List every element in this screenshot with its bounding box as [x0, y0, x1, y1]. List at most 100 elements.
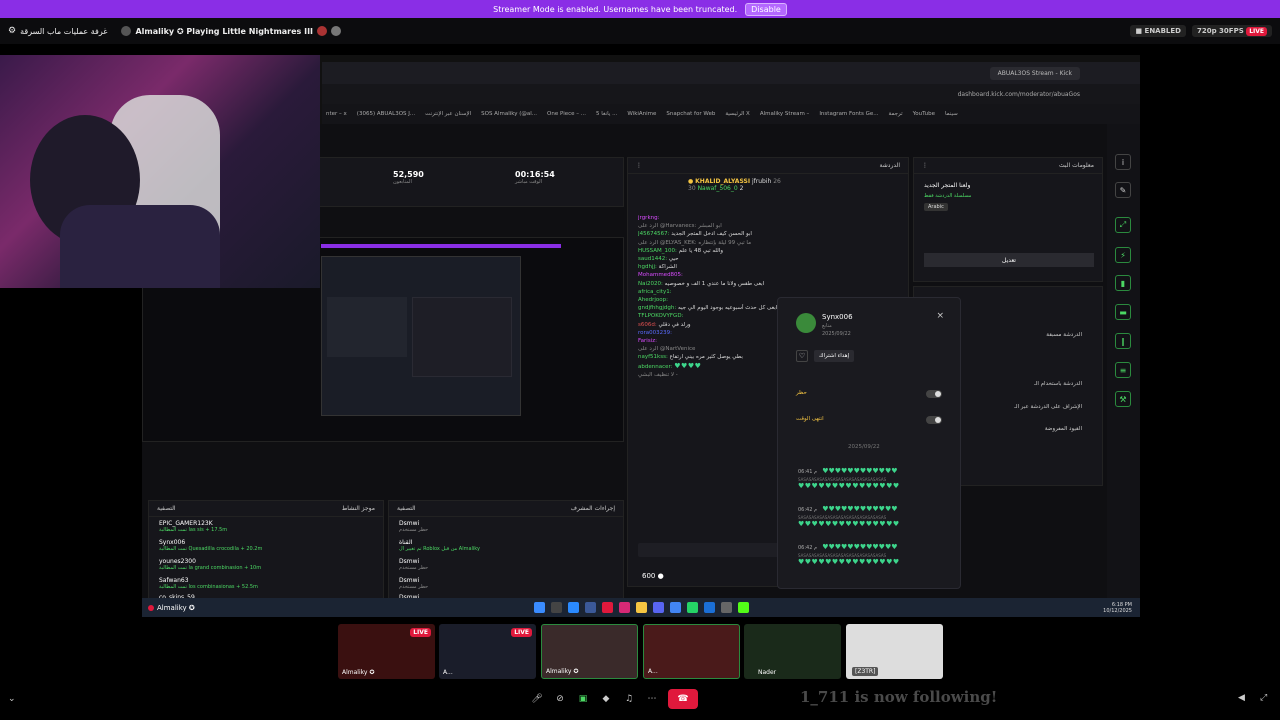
bookmark[interactable]: ترجمة [889, 111, 903, 117]
followers-count: 52,590 [393, 170, 424, 179]
bookmarks-bar: nter – x (3065) ABUAL3OS J... الإسنان عب… [322, 104, 1140, 124]
ban-toggle[interactable] [926, 390, 942, 398]
instagram-icon[interactable] [618, 602, 630, 613]
pause-icon[interactable]: ‖ [1115, 333, 1131, 349]
nested-preview [321, 256, 521, 416]
expand-icon[interactable]: ⤢ [1115, 217, 1131, 233]
settings-icon: ⚙ [8, 26, 17, 36]
youtube-icon[interactable] [601, 602, 613, 613]
filter-label[interactable]: التصفية [397, 505, 416, 512]
close-icon[interactable]: × [936, 311, 944, 321]
participant-tile[interactable]: A... [643, 624, 740, 679]
gift-sub-button[interactable]: إهداء اشتراك [814, 350, 855, 362]
mod-action-item: القناة تم تغيير ال Roblox من قبل Almaliky [399, 539, 480, 552]
more-icon[interactable]: ⋯ [645, 692, 659, 706]
setting-item[interactable]: القيود المفروضة [1045, 426, 1082, 432]
screen-share-icon[interactable]: ▣ [576, 692, 590, 706]
chat-icon[interactable]: ▬ [1115, 304, 1131, 320]
bookmark[interactable]: (3065) ABUAL3OS J... [357, 111, 415, 117]
user-avatar [796, 313, 816, 333]
popup-date: 2025/09/22 [822, 331, 851, 337]
bookmark[interactable]: SOS Almaliky (@al... [481, 111, 537, 117]
timeout-toggle[interactable] [926, 416, 942, 424]
bookmark[interactable]: الإسنان عبر الإنترنت [425, 111, 471, 117]
chat-line: s606d: ورلد في دقلي [638, 321, 691, 328]
chat-line: nayf51kss: بطي يوصل كثير مره بيني ارتفاع [638, 354, 743, 361]
soundboard-icon[interactable]: ♫ [622, 692, 636, 706]
disable-button[interactable]: Disable [745, 2, 787, 16]
participant-tile[interactable]: LIVE A... [439, 624, 536, 679]
pinned-users: ● KHALID_ALYASSI jfrubih 26 30 Nawaf_506… [688, 178, 781, 192]
disconnect-button[interactable]: ☎ [668, 689, 698, 709]
browser-tab[interactable]: ABUAL3OS Stream - Kick [989, 66, 1080, 80]
whatsapp-icon[interactable] [686, 602, 698, 613]
mod-tools-sidebar: i ✎ ⤢ ⚡ ▮ ▬ ‖ ≡ ⚒ [1107, 124, 1140, 617]
url-bar[interactable]: dashboard.kick.com/moderator/abuaGos [322, 84, 1140, 104]
chat-line: africa_city1: [638, 288, 672, 295]
top-bar: ⚙ غرفة عمليات ماب السرقة Almaliky ✪ Play… [0, 18, 1280, 44]
participant-thumbnails: LIVE Almaliky ✪ LIVE A... Almaliky ✪ A..… [338, 624, 944, 679]
bookmark[interactable]: Snapchat for Web [666, 111, 715, 117]
stream-info-title: معلومات البث [1059, 162, 1094, 169]
setting-item[interactable]: الإشراف على الدردشة عبر الـ [1014, 404, 1082, 410]
quality-badge: 720p 30FPS LIVE [1191, 25, 1272, 37]
facebook-icon[interactable] [584, 602, 596, 613]
chrome-icon[interactable] [669, 602, 681, 613]
chevron-down-icon[interactable]: ⌄ [8, 694, 16, 704]
browser-tabs: ABUAL3OS Stream - Kick [322, 62, 1140, 84]
user-card-popup: Synx006 متابع 2025/09/22 × ♡ إهداء اشترا… [777, 297, 961, 589]
pencil-icon[interactable]: ✎ [1115, 182, 1131, 198]
info-icon[interactable]: i [1115, 154, 1131, 170]
steam-icon[interactable] [703, 602, 715, 613]
camera-off-icon[interactable]: ⊘ [553, 692, 567, 706]
chat-line: Ahedrjoop: [638, 297, 668, 304]
bookmark[interactable]: يانغا 5 ... [596, 111, 617, 117]
uptime-label: الوقت مباشر [515, 179, 543, 185]
bookmark[interactable]: Almaliky Stream – [760, 111, 809, 117]
taskbar-clock: 6:18 PM 10/12/2025 [1103, 601, 1132, 614]
participant-tile[interactable]: [Z3TR] [846, 624, 943, 679]
bookmark[interactable]: WikiAnime [627, 111, 656, 117]
chat-line: Mohammed805: [638, 272, 683, 279]
participant-tile[interactable]: Nader [744, 624, 841, 679]
layers-icon[interactable]: ≡ [1115, 362, 1131, 378]
setting-item[interactable]: الدردشة باستخدام الـ [1034, 381, 1082, 387]
chat-line: hgdhjj: الشراكة [638, 264, 677, 271]
chat-line: gndjfhhgjdgh: ابغى كل حدث أسبوعيه بوجود … [638, 305, 778, 312]
activity-item: younes2300 تمت المطالبة la grand combinas… [159, 558, 262, 571]
edit-button[interactable]: تعديل [924, 253, 1094, 267]
bookmark[interactable]: YouTube [913, 111, 935, 117]
kick-icon[interactable] [737, 602, 749, 613]
discord-icon[interactable] [652, 602, 664, 613]
activity-title: موجز النشاط [341, 505, 375, 512]
app-icon[interactable] [720, 602, 732, 613]
chat-line: الرد على @ELYAS_KEK: ما تبي 99 ليلة بإنت… [638, 239, 752, 246]
wrench-icon[interactable]: ⚒ [1115, 391, 1131, 407]
bookmark[interactable]: الرئيسية X [725, 111, 749, 117]
filter-label[interactable]: التصفية [157, 505, 176, 512]
bookmark[interactable]: nter – x [326, 111, 347, 117]
chat-title: الدردشة [879, 162, 900, 169]
room-label[interactable]: ⚙ غرفة عمليات ماب السرقة [8, 26, 107, 36]
search-icon[interactable] [550, 602, 562, 613]
bookmark[interactable]: One Piece – ... [547, 111, 586, 117]
trash-icon[interactable]: ▮ [1115, 275, 1131, 291]
stream-title[interactable]: Almaliky ✪ Playing Little Nightmares III [121, 26, 342, 36]
windows-start-icon[interactable] [533, 602, 545, 613]
follow-heart-icon[interactable]: ♡ [796, 350, 808, 362]
volume-icon[interactable]: ◀ [1238, 693, 1245, 703]
bookmark[interactable]: سينما [945, 111, 958, 117]
lightning-icon[interactable]: ⚡ [1115, 247, 1131, 263]
participant-tile[interactable]: LIVE Almaliky ✪ [338, 624, 435, 679]
mod-action-item: Dsmwi حظر مستخدم [399, 577, 429, 590]
microphone-icon[interactable]: 🎤︎ [530, 692, 544, 706]
setting-item[interactable]: الدردشة مسبقة [1046, 332, 1082, 338]
participant-tile[interactable]: Almaliky ✪ [541, 624, 638, 679]
bookmark[interactable]: Instagram Fonts Ge... [819, 111, 878, 117]
folder-icon[interactable] [635, 602, 647, 613]
ban-label: حظر [796, 390, 807, 396]
activity-icon[interactable]: ◆ [599, 692, 613, 706]
fullscreen-icon[interactable]: ⤢ [1260, 693, 1267, 703]
chat-line: Farisiz: [638, 338, 657, 345]
edge-icon[interactable] [567, 602, 579, 613]
